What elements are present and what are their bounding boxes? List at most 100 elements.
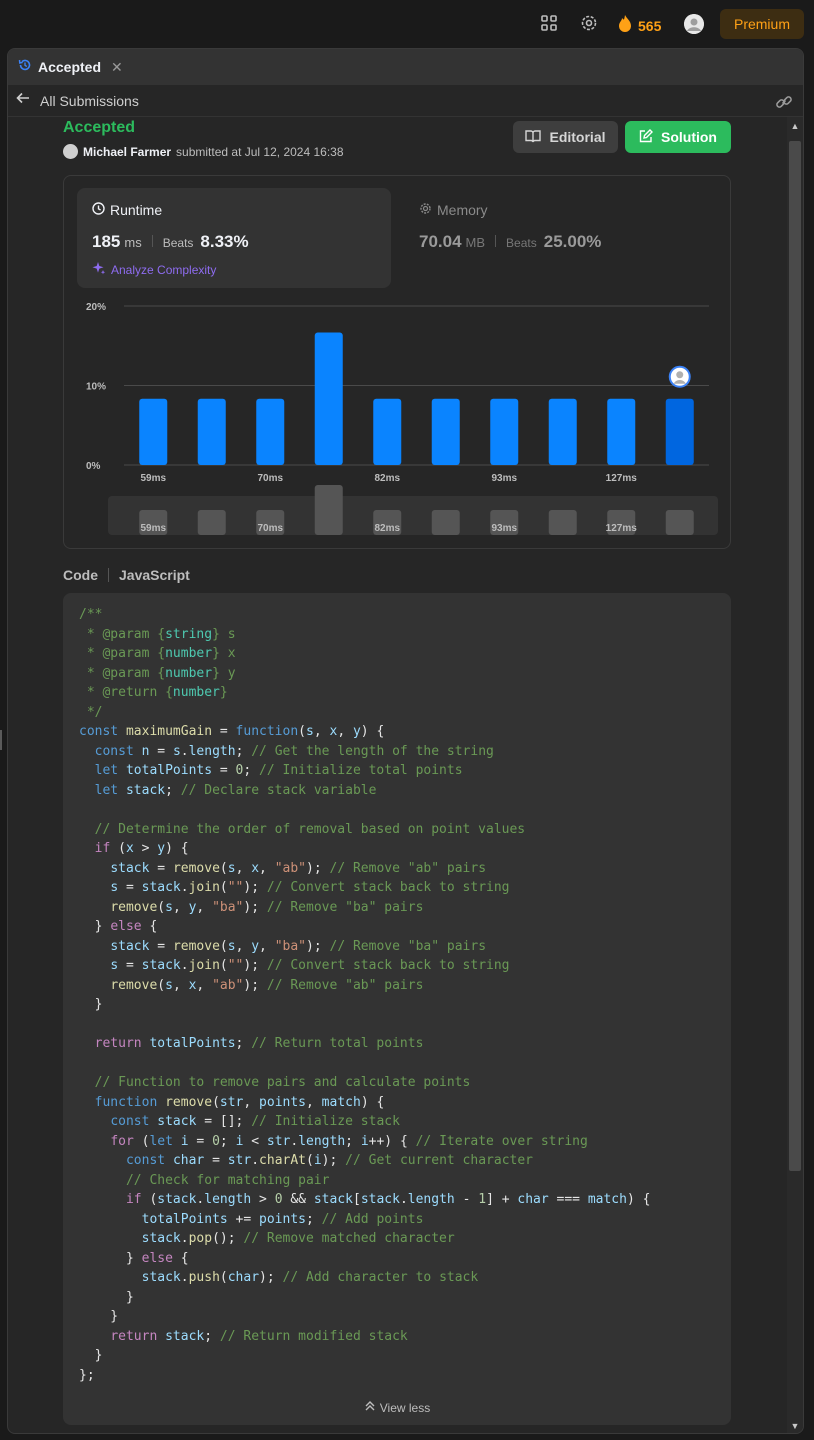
avatar[interactable] — [684, 14, 704, 34]
solution-button[interactable]: Solution — [625, 121, 731, 153]
scroll-up-icon[interactable]: ▲ — [790, 121, 800, 131]
arrow-left-icon[interactable] — [16, 91, 30, 110]
divider — [108, 568, 109, 582]
navigator-bar — [431, 510, 460, 535]
code-line: return stack; // Return modified stack — [110, 1328, 408, 1344]
code-line: if (x > y) { — [94, 841, 189, 856]
language-label: JavaScript — [119, 567, 190, 583]
code-line: totalPoints += points; // Add points — [141, 1211, 424, 1227]
chip-icon — [419, 202, 432, 218]
code-line: } else { — [79, 919, 158, 934]
code-line: // Function to remove pairs and calculat… — [94, 1075, 471, 1090]
link-icon[interactable] — [775, 93, 793, 111]
code-line: const char = str.charAt(i); // Get curre… — [125, 1153, 533, 1168]
code-line: s = stack.join(""); // Convert stack bac… — [110, 958, 510, 973]
clock-icon — [92, 202, 105, 218]
code-line: return totalPoints; // Return total poin… — [94, 1036, 424, 1051]
code-line: } — [79, 1348, 103, 1363]
runtime-beats-value: 8.33% — [200, 232, 249, 251]
sparkle-icon — [92, 261, 106, 278]
editorial-label: Editorial — [549, 129, 606, 145]
code-line: } — [79, 1309, 119, 1324]
premium-button[interactable]: Premium — [720, 9, 804, 39]
analyze-complexity-link[interactable]: Analyze Complexity — [92, 261, 216, 278]
scroll-thumb[interactable] — [789, 141, 801, 1171]
bar — [256, 398, 285, 465]
code-line: remove(s, y, "ba"); // Remove "ba" pairs — [110, 899, 424, 915]
bar — [665, 398, 694, 465]
memory-title: Memory — [419, 202, 488, 218]
fire-icon — [618, 14, 632, 37]
runtime-values: 185 ms Beats 8.33% — [92, 232, 249, 252]
code-line: const n = s.length; // Get the length of… — [94, 743, 494, 759]
all-submissions-link[interactable]: All Submissions — [40, 93, 139, 109]
streak-count: 565 — [638, 17, 662, 34]
view-less-label: View less — [379, 1400, 431, 1415]
author-row: Michael Farmer submitted at Jul 12, 2024… — [63, 144, 344, 159]
runtime-beats-label: Beats — [162, 236, 194, 250]
navigator-tick-label: 82ms — [374, 523, 400, 534]
scroll-down-icon[interactable]: ▼ — [790, 1421, 800, 1431]
x-tick-label: 93ms — [491, 473, 517, 484]
x-tick-label: 70ms — [257, 473, 283, 484]
code-line: stack.pop(); // Remove matched character — [141, 1231, 455, 1246]
user-marker-head — [676, 371, 684, 379]
code-line: } — [79, 997, 103, 1012]
code-header: Code JavaScript — [63, 567, 190, 583]
bar — [373, 398, 402, 465]
navigator-tick-label: 93ms — [491, 523, 517, 534]
resize-handle[interactable] — [0, 730, 4, 750]
code-line: let stack; // Declare stack variable — [94, 782, 377, 798]
stats-card: Runtime 185 ms Beats 8.33% Analyze Compl… — [63, 175, 731, 549]
code-line: stack = remove(s, x, "ab"); // Remove "a… — [110, 860, 487, 876]
editorial-button[interactable]: Editorial — [513, 121, 618, 153]
code-line: remove(s, x, "ab"); // Remove "ab" pairs — [110, 977, 424, 993]
memory-beats-label: Beats — [506, 236, 537, 250]
code-line: } else { — [79, 1250, 189, 1266]
code-line: /** — [79, 607, 103, 622]
code-block[interactable]: /** * @param {string} s * @param {number… — [63, 593, 731, 1425]
code-line: const stack = []; // Initialize stack — [110, 1114, 400, 1129]
navigator-bar — [665, 510, 694, 535]
solution-label: Solution — [661, 129, 717, 145]
code-text: /** * @param {string} s * @param {number… — [79, 605, 650, 1385]
analyze-label: Analyze Complexity — [111, 262, 217, 277]
code-line: }; — [79, 1367, 95, 1383]
submitted-time: submitted at Jul 12, 2024 16:38 — [176, 144, 344, 159]
navigator-tick-label: 127ms — [606, 523, 638, 534]
memory-box[interactable]: Memory 70.04 MB Beats 25.00% — [404, 188, 704, 288]
tab-accepted[interactable]: Accepted — [38, 59, 101, 75]
author-name[interactable]: Michael Farmer — [83, 145, 171, 159]
runtime-box[interactable]: Runtime 185 ms Beats 8.33% Analyze Compl… — [77, 188, 391, 288]
code-line: const maximumGain = function(s, x, y) { — [79, 724, 385, 739]
code-line: */ — [79, 704, 103, 720]
runtime-value: 185 — [92, 232, 121, 251]
code-line: if (stack.length > 0 && stack[stack.leng… — [125, 1192, 651, 1207]
code-line: let totalPoints = 0; // Initialize total… — [94, 763, 463, 778]
memory-values: 70.04 MB Beats 25.00% — [419, 232, 601, 252]
y-tick-label: 20% — [86, 302, 106, 313]
code-line: * @return {number} — [79, 685, 228, 700]
author-avatar — [63, 144, 78, 159]
y-tick-label: 10% — [86, 382, 106, 393]
code-line: function remove(str, points, match) { — [94, 1094, 385, 1110]
layout-icon[interactable] — [540, 14, 560, 34]
x-tick-label: 127ms — [606, 473, 638, 484]
divider — [495, 235, 497, 247]
edit-icon — [639, 128, 653, 146]
bar — [490, 398, 519, 465]
tab-bar: Accepted ✕ — [8, 49, 803, 85]
view-less-button[interactable]: View less — [63, 1400, 731, 1415]
close-icon[interactable]: ✕ — [111, 59, 123, 76]
book-icon — [525, 129, 542, 146]
code-line: for (let i = 0; i < str.length; i++) { /… — [110, 1133, 588, 1149]
gear-icon[interactable] — [580, 14, 600, 34]
scrollbar[interactable]: ▲ ▼ — [787, 117, 803, 1433]
submission-panel: Accepted ✕ All Submissions Accepted Mich… — [7, 48, 804, 1434]
submission-content: Accepted Michael Farmer submitted at Jul… — [8, 117, 788, 1433]
chevrons-up-icon — [364, 1400, 376, 1415]
streak-counter[interactable]: 565 — [618, 14, 661, 37]
